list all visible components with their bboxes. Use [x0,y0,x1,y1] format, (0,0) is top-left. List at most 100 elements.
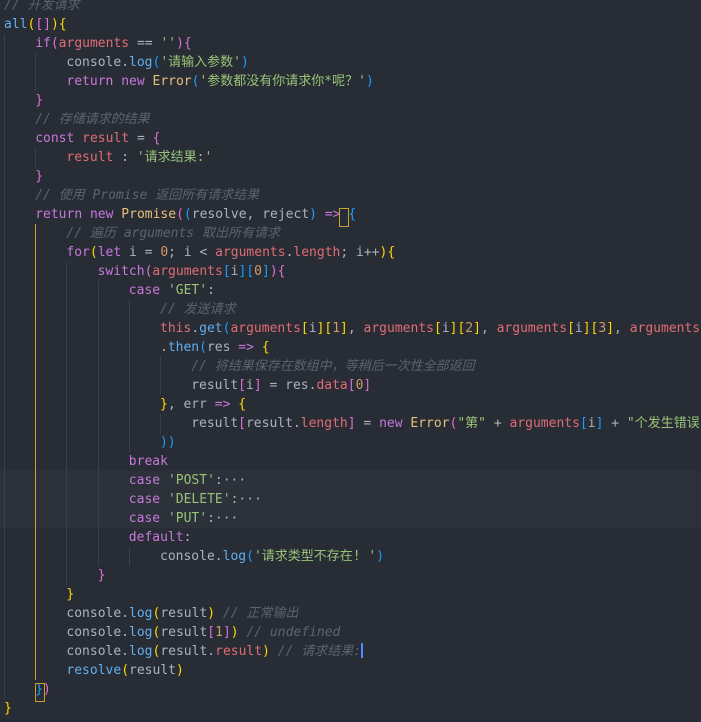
code-line[interactable]: result[result.length] = new Error("第" + … [0,414,701,433]
indent-guide [4,604,5,623]
indent-guide [35,414,37,433]
code-line[interactable]: all([]){ [0,15,701,34]
code-token: // 开发请求 [4,0,80,13]
code-editor[interactable]: // 开发请求 all([]){if(arguments == ''){conso… [0,0,701,722]
code-token: { [238,397,247,412]
text-cursor [361,643,364,658]
indent-guide [97,490,99,509]
code-token: length [300,416,348,431]
indent-guide [97,509,99,528]
code-token: new [379,416,403,431]
code-line[interactable]: resolve(result) [0,661,701,680]
code-line[interactable]: // 开发请求 [0,0,701,15]
code-token: log [129,625,153,640]
code-line[interactable]: case 'POST':··· [0,471,701,490]
code-text: result : '请求结果:' [66,148,212,167]
code-line[interactable]: result[i] = res.data[0] [0,376,701,395]
code-line[interactable]: console.log('请输入参数') [0,53,701,72]
code-line[interactable]: case 'DELETE':··· [0,490,701,509]
fold-ellipsis[interactable]: ··· [223,473,246,488]
code-line[interactable]: return new Promise((resolve, reject) => … [0,205,701,224]
code-line[interactable]: for(let i = 0; i < arguments.length; i++… [0,243,701,262]
code-token: [ [300,321,309,336]
code-line[interactable]: console.log('请求类型不存在! ') [0,547,701,566]
code-line[interactable]: console.log(result[1]) // undefined [0,623,701,642]
code-line[interactable]: } [0,167,701,186]
code-token: ] [261,264,270,279]
code-token: + [603,416,627,431]
code-line[interactable]: case 'PUT':··· [0,509,701,528]
code-line[interactable]: const result = { [0,129,701,148]
code-line[interactable]: console.log(result) // 正常输出 [0,604,701,623]
indent-guide [4,376,5,395]
code-line[interactable]: // 将结果保存在数组中，等稍后一次性全部返回 [0,357,701,376]
code-token: // 发送请求 [160,302,236,317]
code-line[interactable]: switch(arguments[i][0]){ [0,262,701,281]
indent-guide [4,243,5,262]
code-token: '请求结果:' [136,150,213,165]
code-token: // 正常输出 [222,606,299,621]
code-text: case 'POST':··· [129,471,246,490]
code-text: } [66,585,74,604]
code-token: [ [238,416,246,431]
code-line[interactable]: }) [0,680,701,699]
code-token: ) [269,264,278,279]
indent-guide [35,224,37,243]
indent-guide [35,604,37,623]
indent-guide [97,433,99,452]
code-token: 1 [215,625,223,640]
indent-guide [4,566,5,585]
code-line[interactable]: } [0,91,701,110]
fold-ellipsis[interactable]: ··· [215,511,238,526]
code-token: , [347,321,364,336]
code-line[interactable]: // 存储请求的结果 [0,110,701,129]
code-text: // 发送请求 [160,300,235,319]
indent-guide [4,205,5,224]
indent-guide [4,471,5,490]
code-line[interactable]: } [0,585,701,604]
code-token: Error [152,74,192,89]
code-line[interactable]: console.log(result.result) // 请求结果: [0,642,701,661]
code-line[interactable]: } [0,566,701,585]
code-line[interactable]: // 发送请求 [0,300,701,319]
code-line[interactable]: default: [0,528,701,547]
indent-guide [66,471,68,490]
code-line[interactable]: // 遍历 arguments 取出所有请求 [0,224,701,243]
code-text: result[i] = res.data[0] [191,376,371,395]
code-token: : [207,283,215,298]
code-token: result [129,663,176,678]
code-token: ; i < [168,245,216,260]
code-line[interactable]: )) [0,433,701,452]
fold-ellipsis[interactable]: ··· [238,492,261,507]
code-token: resolve [66,663,122,678]
indent-guide [66,376,68,395]
code-token: ) [309,207,317,222]
indent-guide [4,509,5,528]
code-line[interactable]: this.get(arguments[i][1], arguments[i][2… [0,319,701,338]
code-token: switch [97,264,145,279]
code-line[interactable]: } [0,699,701,718]
code-line[interactable]: .then(res => { [0,338,701,357]
code-line[interactable]: }, err => { [0,395,701,414]
code-line[interactable]: break [0,452,701,471]
code-token: [ [35,17,44,32]
code-token: 'GET' [167,283,208,298]
code-token: '请求类型不存在! ' [253,549,377,564]
indent-guide [4,642,5,661]
code-line[interactable]: return new Error('参数都没有你请求你*呢？') [0,72,701,91]
code-token: ] [340,321,348,336]
code-token: i [308,321,317,336]
indent-guide [160,376,161,395]
indent-guide [128,414,130,433]
code-token: ) [365,74,374,89]
indent-guide [4,224,5,243]
code-line[interactable]: // 使用 Promise 返回所有请求结果 [0,186,701,205]
code-line[interactable]: if(arguments == ''){ [0,34,701,53]
indent-guide [4,433,5,452]
code-token: then [167,340,200,355]
code-text: // 存储请求的结果 [35,110,149,129]
code-line[interactable]: case 'GET': [0,281,701,300]
code-line[interactable]: result : '请求结果:' [0,148,701,167]
indent-guide [4,547,5,566]
code-token: result [191,416,239,431]
